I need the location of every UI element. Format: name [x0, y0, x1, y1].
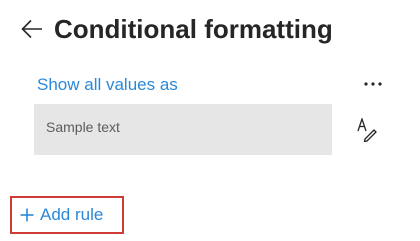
more-options-button[interactable]	[361, 74, 385, 94]
page-title: Conditional formatting	[54, 14, 333, 44]
show-all-values-link[interactable]: Show all values as	[37, 73, 178, 97]
ellipsis-icon	[364, 82, 382, 86]
sample-text: Sample text	[46, 118, 120, 135]
add-rule-label: Add rule	[40, 205, 104, 224]
text-format-pen-icon	[357, 118, 377, 142]
plus-icon	[20, 208, 34, 222]
arrow-left-icon	[21, 19, 42, 39]
format-text-button[interactable]	[356, 117, 378, 143]
sample-preview: Sample text	[34, 104, 332, 155]
back-button[interactable]	[18, 14, 46, 44]
add-rule-button[interactable]: Add rule	[10, 196, 124, 234]
